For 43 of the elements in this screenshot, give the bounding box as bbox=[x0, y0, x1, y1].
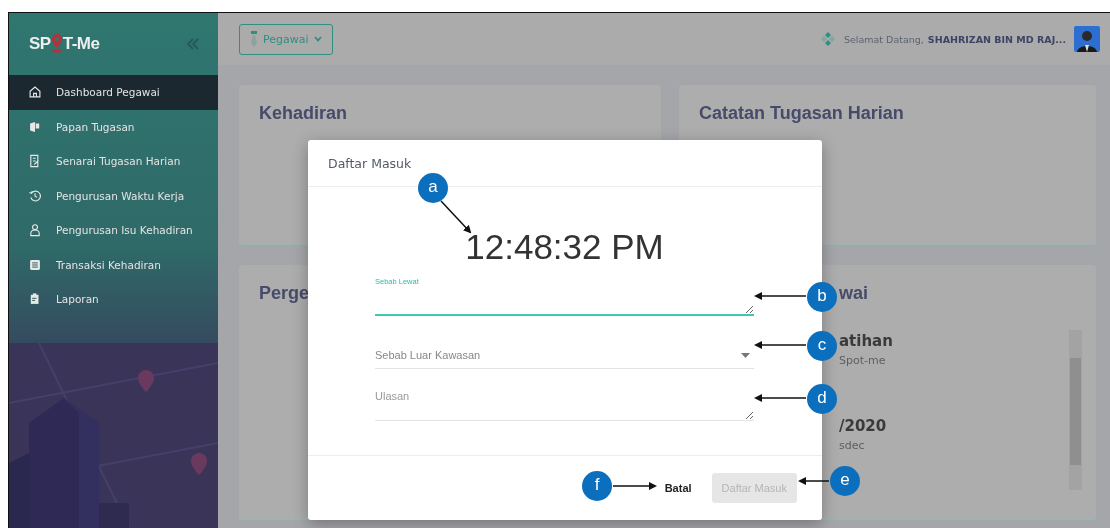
user-name: SHAHRIZAN BIN MD RAJ... bbox=[927, 33, 1066, 45]
board-icon bbox=[28, 119, 42, 134]
pin-icon bbox=[50, 33, 63, 55]
sidebar-item[interactable]: Dashboard Pegawai bbox=[9, 75, 218, 110]
cancel-button[interactable]: Batal bbox=[664, 482, 692, 494]
caret-icon bbox=[741, 352, 750, 358]
logo-text: T-Me bbox=[62, 34, 100, 54]
dropdown-field[interactable]: Sebab Luar Kawasan bbox=[375, 342, 754, 369]
card-title: Kehadiran bbox=[259, 103, 349, 124]
callout-arrow bbox=[754, 341, 807, 349]
dialog-title: Daftar Masuk bbox=[328, 155, 412, 171]
sidebar-item[interactable]: Pengurusan Isu Kehadiran bbox=[9, 213, 218, 248]
collapse-icon[interactable] bbox=[186, 38, 200, 50]
card-title: Catatan Tugasan Harian bbox=[699, 103, 905, 124]
tie-icon bbox=[250, 31, 258, 47]
history-icon bbox=[28, 188, 42, 203]
card-title: wai bbox=[839, 283, 869, 304]
list-item-subtitle: sdec bbox=[839, 439, 866, 452]
callout-arrow bbox=[754, 394, 807, 402]
diamond-dots-icon bbox=[819, 31, 836, 47]
list-item-subtitle: Spot-me bbox=[839, 354, 887, 367]
list-icon bbox=[28, 257, 42, 272]
list-item-title: atihan bbox=[839, 332, 894, 350]
clock-time: 12:48:32 PM bbox=[465, 227, 664, 267]
callout-arrow bbox=[754, 292, 807, 300]
document-edit-icon bbox=[28, 154, 42, 169]
chevron-down-icon bbox=[313, 36, 322, 42]
list-item-title: /2020 bbox=[839, 417, 888, 435]
greeting-text: Selamat Datang, bbox=[843, 33, 924, 45]
sidebar-item[interactable]: Senarai Tugasan Harian bbox=[9, 144, 218, 179]
sidebar-item[interactable]: Pengurusan Waktu Kerja bbox=[9, 178, 218, 213]
sidebar-item[interactable]: Papan Tugasan bbox=[9, 109, 218, 144]
logo-text: SP bbox=[29, 34, 51, 54]
callout-arrow bbox=[612, 482, 657, 490]
card-title: Perge bbox=[259, 283, 311, 304]
person-icon bbox=[28, 223, 42, 238]
callout-arrow bbox=[798, 477, 830, 485]
sidebar-item[interactable]: Laporan bbox=[9, 282, 218, 317]
callout-arrow bbox=[440, 200, 472, 234]
sidebar-item[interactable]: Transaksi Kehadiran bbox=[9, 247, 218, 282]
clipboard-icon bbox=[28, 292, 42, 307]
scrollbar[interactable] bbox=[1069, 330, 1082, 490]
home-icon bbox=[28, 85, 42, 100]
